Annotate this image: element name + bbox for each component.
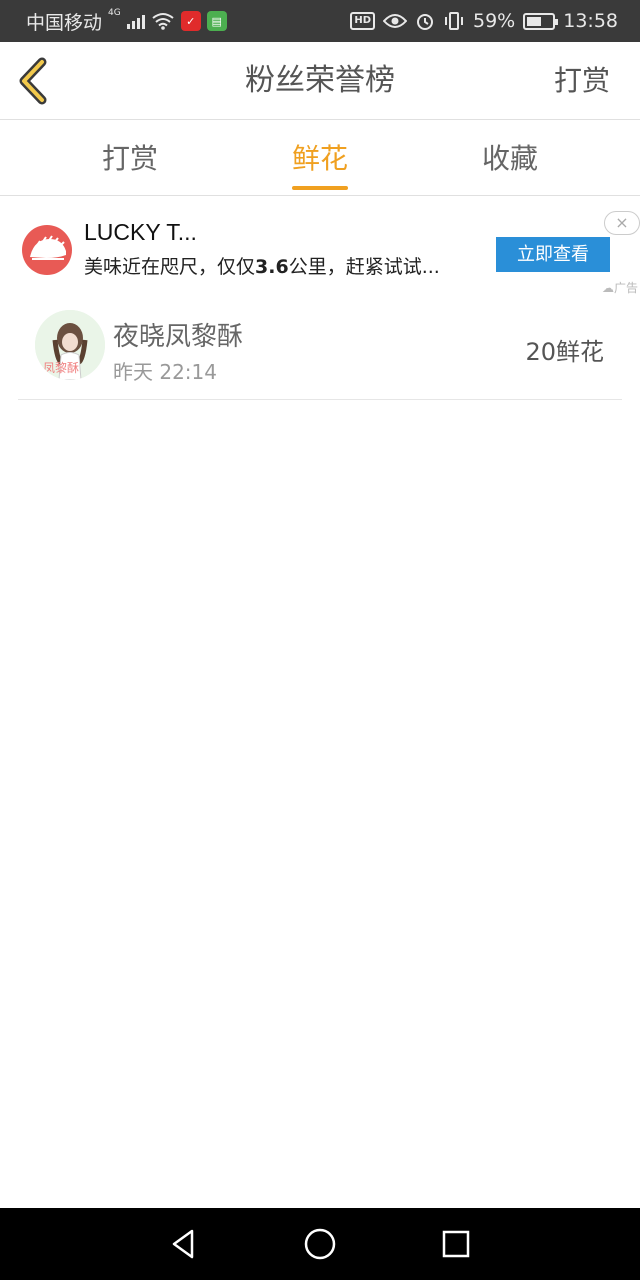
list-item[interactable]: 凤黎酥 夜晓凤黎酥 昨天 22:14 20鲜花 — [18, 298, 622, 400]
carrier-label: 中国移动 — [26, 11, 103, 34]
network-type-label: 4G — [108, 8, 121, 18]
ad-description-prefix: 美味近在咫尺，仅仅 — [84, 256, 256, 278]
fan-list: 凤黎酥 夜晓凤黎酥 昨天 22:14 20鲜花 — [18, 298, 622, 400]
avatar[interactable]: 凤黎酥 — [35, 310, 105, 380]
tab-label: 鲜花 — [291, 142, 348, 175]
recents-square-icon — [442, 1230, 470, 1258]
tab-label: 打赏 — [101, 142, 158, 175]
flower-count: 20鲜花 — [525, 338, 604, 366]
signal-icon — [126, 13, 145, 29]
tab-favorites[interactable]: 收藏 — [440, 121, 580, 196]
page-title: 粉丝荣誉榜 — [245, 63, 395, 98]
status-bar: 中国移动 4G ✓ ▤ HD 59% 13:58 — [0, 0, 640, 42]
svg-text:凤黎酥: 凤黎酥 — [43, 361, 79, 375]
tab-bar: 打赏 鲜花 收藏 — [0, 121, 640, 196]
tab-label: 收藏 — [481, 142, 538, 175]
back-triangle-icon — [172, 1229, 194, 1259]
ad-description-distance: 3.6 — [255, 256, 289, 278]
reward-action-button[interactable]: 打赏 — [554, 42, 610, 120]
alarm-icon — [417, 14, 433, 30]
hedgehog-logo-icon — [30, 235, 66, 260]
nav-home-button[interactable] — [302, 1226, 338, 1262]
home-circle-icon — [304, 1228, 336, 1260]
avatar-image: 凤黎酥 — [35, 310, 105, 380]
active-tab-indicator — [292, 186, 348, 190]
hd-icon: HD — [350, 12, 375, 30]
ad-description: 美味近在咫尺，仅仅3.6公里，赶紧试试... — [84, 252, 440, 279]
fan-name: 夜晓凤黎酥 — [113, 322, 244, 352]
ad-close-button[interactable]: × — [604, 211, 640, 235]
ad-tag: ☁广告 — [602, 279, 638, 296]
system-nav-bar — [0, 1208, 640, 1280]
ad-logo — [22, 225, 72, 275]
nav-recents-button[interactable] — [438, 1226, 474, 1262]
clock-label: 13:58 — [563, 10, 618, 32]
eye-icon — [383, 14, 407, 28]
app-notification-icon: ▤ — [206, 11, 227, 31]
tab-flowers[interactable]: 鲜花 — [250, 121, 390, 196]
fan-timestamp: 昨天 22:14 — [113, 360, 217, 384]
nav-back-button[interactable] — [166, 1226, 202, 1262]
battery-percent-label: 59% — [473, 10, 516, 32]
ad-title: LUCKY T... — [84, 219, 197, 245]
app-header: 粉丝荣誉榜 打赏 — [0, 42, 640, 120]
app-notification-icon: ✓ — [180, 11, 201, 31]
ad-description-suffix: 公里，赶紧试试... — [288, 256, 440, 278]
vibrate-icon — [445, 12, 463, 30]
wifi-icon — [152, 13, 174, 30]
ad-tag-label: 广告 — [613, 281, 638, 295]
ad-view-now-button[interactable]: 立即查看 — [496, 237, 610, 272]
ad-banner[interactable]: LUCKY T... 美味近在咫尺，仅仅3.6公里，赶紧试试... 立即查看 ×… — [0, 197, 640, 297]
status-bar-left: 中国移动 4G ✓ ▤ — [26, 0, 227, 42]
cloud-icon: ☁ — [601, 281, 614, 295]
status-bar-right: HD 59% 13:58 — [350, 0, 618, 42]
tab-reward[interactable]: 打赏 — [60, 121, 200, 196]
battery-icon — [523, 12, 559, 30]
